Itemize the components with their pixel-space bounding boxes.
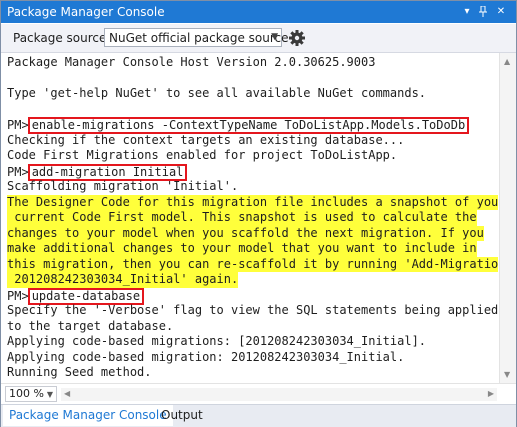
- console-text: Specify the '-Verbose' flag to view the …: [7, 303, 498, 317]
- console-line: Type 'get-help NuGet' to see all availab…: [7, 86, 498, 102]
- toolbar: Package source: NuGet official package s…: [1, 24, 516, 53]
- vertical-scrollbar[interactable]: ▲ ▼: [499, 53, 516, 383]
- tab-output[interactable]: Output: [155, 405, 209, 426]
- chevron-down-icon: ▼: [46, 390, 53, 399]
- close-icon[interactable]: ✕: [494, 6, 508, 18]
- console-text: to the target database.: [7, 318, 174, 333]
- console-line: 201208242303034_Initial' again.: [7, 272, 239, 288]
- console-line: this migration, then you can re-scaffold…: [7, 256, 498, 272]
- horizontal-scrollbar[interactable]: ◀ ▶: [61, 388, 497, 401]
- console-line: current Code First model. This snapshot …: [7, 210, 477, 226]
- console-line: Code First Migrations enabled for projec…: [7, 148, 498, 164]
- console-prompt: PM>: [7, 164, 29, 179]
- console-line: Applying code-based migration: 201208242…: [7, 350, 498, 366]
- console-line: Package Manager Console Host Version 2.0…: [7, 55, 498, 71]
- scroll-left-icon[interactable]: ◀: [64, 389, 70, 398]
- console-text: Package Manager Console Host Version 2.0…: [7, 55, 376, 69]
- chevron-down-icon[interactable]: ▾: [460, 6, 474, 18]
- console-text: Applying code-based migration: 201208242…: [7, 349, 405, 364]
- bottom-tab-strip: Package Manager Console Output: [1, 404, 516, 427]
- console-prompt-line: PM> add-migration Initial: [7, 163, 498, 181]
- console-line: Specify the '-Verbose' flag to view the …: [7, 303, 498, 319]
- console-line: Checking if the context targets an exist…: [7, 133, 498, 149]
- zoom-dropdown[interactable]: 100 % ▼: [5, 386, 57, 402]
- console-line: make additional changes to your model th…: [7, 241, 477, 257]
- console-prompt-line: PM> enable-migrations -ContextTypeName To…: [7, 117, 498, 134]
- package-source-dropdown[interactable]: NuGet official package source ▼: [104, 28, 288, 47]
- pin-icon[interactable]: [476, 5, 490, 18]
- scroll-right-icon[interactable]: ▶: [488, 389, 494, 398]
- console-text: Scaffolding migration 'Initial'.: [7, 179, 239, 193]
- zoom-value: 100 %: [9, 387, 44, 400]
- tab-package-manager-console[interactable]: Package Manager Console: [3, 405, 173, 426]
- console-text: this migration, then you can re-scaffold…: [7, 256, 498, 271]
- console-line: Running Seed method.: [7, 365, 498, 381]
- chevron-down-icon: ▼: [271, 32, 278, 42]
- console-text: make additional changes to your model th…: [7, 241, 477, 255]
- console-line: The Designer Code for this migration fil…: [7, 194, 498, 210]
- console-output[interactable]: Package Manager Console Host Version 2.0…: [1, 53, 498, 383]
- status-bar: 100 % ▼ ◀ ▶: [1, 383, 516, 404]
- package-source-label: Package source:: [13, 31, 111, 45]
- window-title: Package Manager Console: [7, 5, 165, 19]
- console-prompt: PM>: [7, 288, 29, 303]
- console-text: Running Seed method.: [7, 365, 152, 379]
- package-source-value: NuGet official package source: [109, 31, 289, 45]
- console-text: Checking if the context targets an exist…: [7, 132, 405, 147]
- console-prompt: PM>: [7, 118, 29, 132]
- console-line: to the target database.: [7, 319, 498, 335]
- console-text: Applying code-based migrations: [2012082…: [7, 334, 427, 348]
- scroll-up-icon[interactable]: ▲: [504, 57, 510, 66]
- console-text: Type 'get-help NuGet' to see all availab…: [7, 86, 427, 100]
- console-line: Applying code-based migrations: [2012082…: [7, 334, 498, 350]
- console-text: current Code First model. This snapshot …: [7, 210, 477, 224]
- gear-icon[interactable]: [287, 28, 307, 48]
- console-command: add-migration Initial: [27, 163, 188, 181]
- console-command: enable-migrations -ContextTypeName ToDoL…: [27, 117, 470, 134]
- package-manager-console-window: Package Manager Console ▾ ✕ Package sour…: [0, 0, 517, 427]
- console-command: update-database: [27, 287, 145, 305]
- console-text: The Designer Code for this migration fil…: [7, 194, 498, 209]
- console-text: 201208242303034_Initial' again.: [7, 272, 239, 286]
- console-prompt-line: PM> update-database: [7, 287, 498, 305]
- console-line: Scaffolding migration 'Initial'.: [7, 179, 498, 195]
- title-bar[interactable]: Package Manager Console ▾ ✕: [1, 1, 516, 23]
- console-line: changes to your model when you scaffold …: [7, 225, 484, 241]
- console-text: changes to your model when you scaffold …: [7, 225, 484, 240]
- scroll-down-icon[interactable]: ▼: [504, 370, 510, 379]
- console-text: Code First Migrations enabled for projec…: [7, 148, 398, 162]
